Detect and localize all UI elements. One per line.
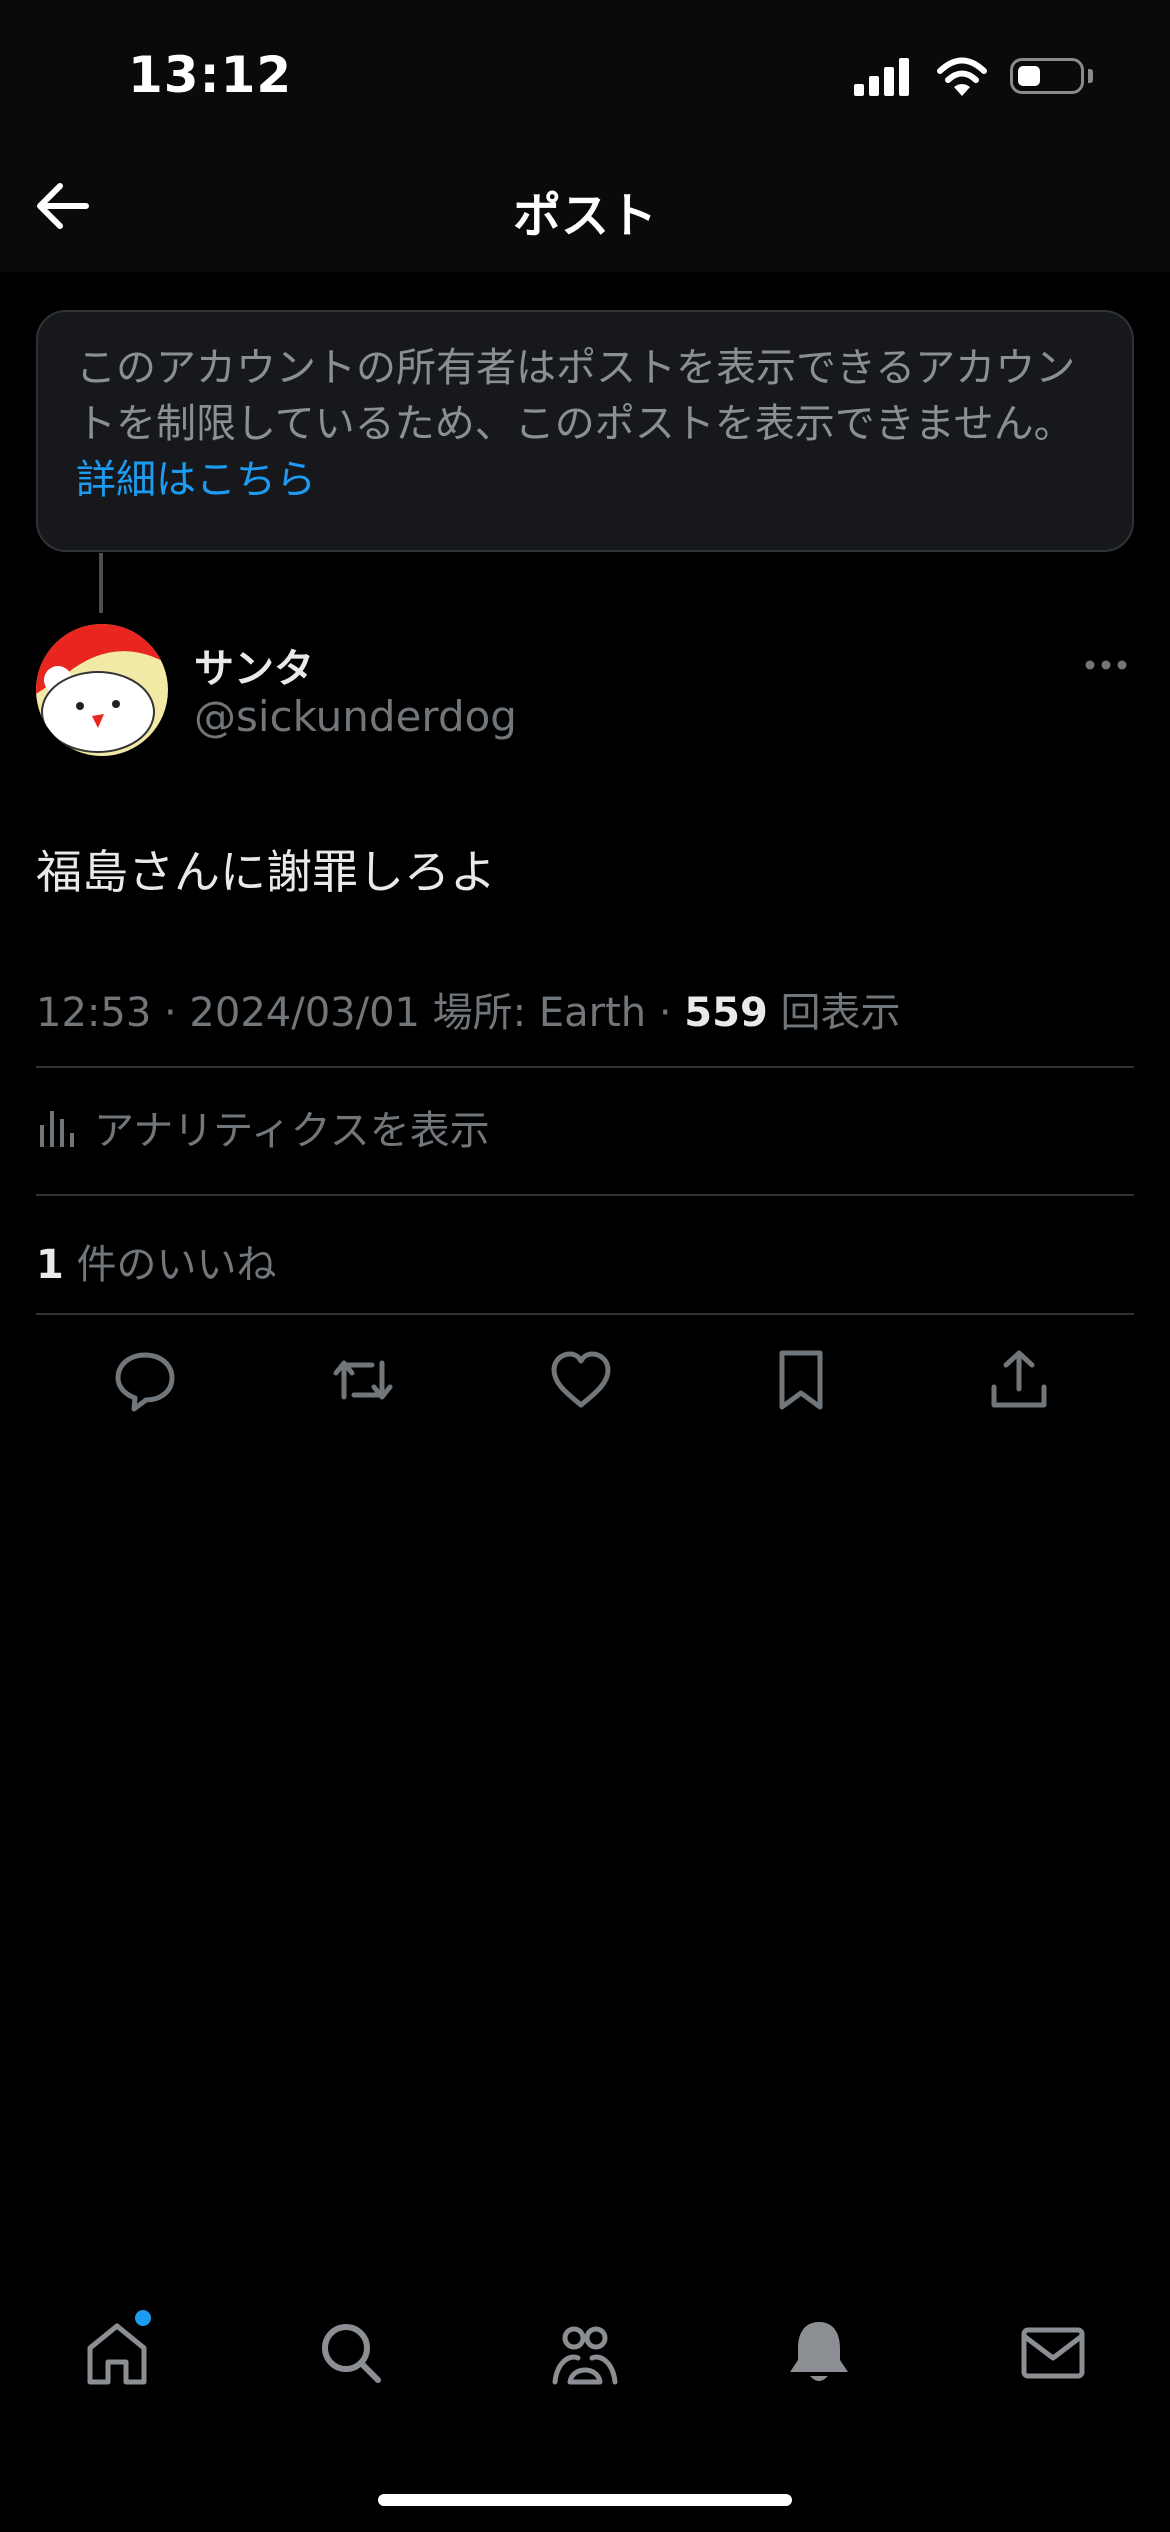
home-notification-dot xyxy=(135,2310,151,2326)
analytics-icon xyxy=(40,1111,74,1147)
home-icon[interactable] xyxy=(82,2318,152,2388)
learn-more-link[interactable]: 詳細はこちら xyxy=(76,457,316,503)
post-meta: 12:53 · 2024/03/01 場所: Earth · 559 回表示 xyxy=(36,980,901,1038)
likes-count-link[interactable]: 1 件のいいね xyxy=(36,1232,277,1290)
likes-count: 1 xyxy=(36,1242,64,1288)
analytics-label: アナリティクスを表示 xyxy=(94,1108,490,1154)
divider xyxy=(36,1066,1134,1068)
messages-icon[interactable] xyxy=(1018,2318,1088,2388)
view-analytics-button[interactable]: アナリティクスを表示 xyxy=(36,1098,490,1156)
page-title: ポスト xyxy=(512,188,657,244)
author-name[interactable]: サンタ xyxy=(194,636,314,694)
like-icon[interactable] xyxy=(546,1345,616,1415)
author-handle[interactable]: @sickunderdog xyxy=(194,692,517,741)
avatar[interactable] xyxy=(36,624,168,756)
battery-icon xyxy=(1010,58,1084,94)
status-time: 13:12 xyxy=(128,46,293,104)
post-text: 福島さんに謝罪しろよ xyxy=(36,845,496,899)
post-timestamp-location: 12:53 · 2024/03/01 場所: Earth · xyxy=(36,990,685,1036)
notifications-icon[interactable] xyxy=(784,2318,854,2388)
wifi-icon xyxy=(937,57,987,96)
restricted-post-notice: このアカウントの所有者はポストを表示できるアカウントを制限しているため、このポス… xyxy=(36,310,1134,552)
home-indicator[interactable] xyxy=(378,2494,792,2506)
view-count: 559 xyxy=(684,990,768,1036)
reply-icon[interactable] xyxy=(110,1345,180,1415)
search-icon[interactable] xyxy=(316,2318,386,2388)
divider xyxy=(36,1313,1134,1315)
cellular-signal-icon xyxy=(854,58,909,96)
views-suffix: 回表示 xyxy=(767,990,901,1036)
divider xyxy=(36,1194,1134,1196)
bookmark-icon[interactable] xyxy=(766,1345,836,1415)
likes-suffix: 件のいいね xyxy=(63,1242,277,1288)
battery-tip xyxy=(1088,69,1093,83)
more-options-icon[interactable] xyxy=(1084,648,1128,682)
communities-icon[interactable] xyxy=(550,2318,620,2388)
notice-text: このアカウントの所有者はポストを表示できるアカウントを制限しているため、このポス… xyxy=(76,345,1076,447)
thread-connector xyxy=(99,553,103,613)
repost-icon[interactable] xyxy=(328,1345,398,1415)
share-icon[interactable] xyxy=(984,1345,1054,1415)
